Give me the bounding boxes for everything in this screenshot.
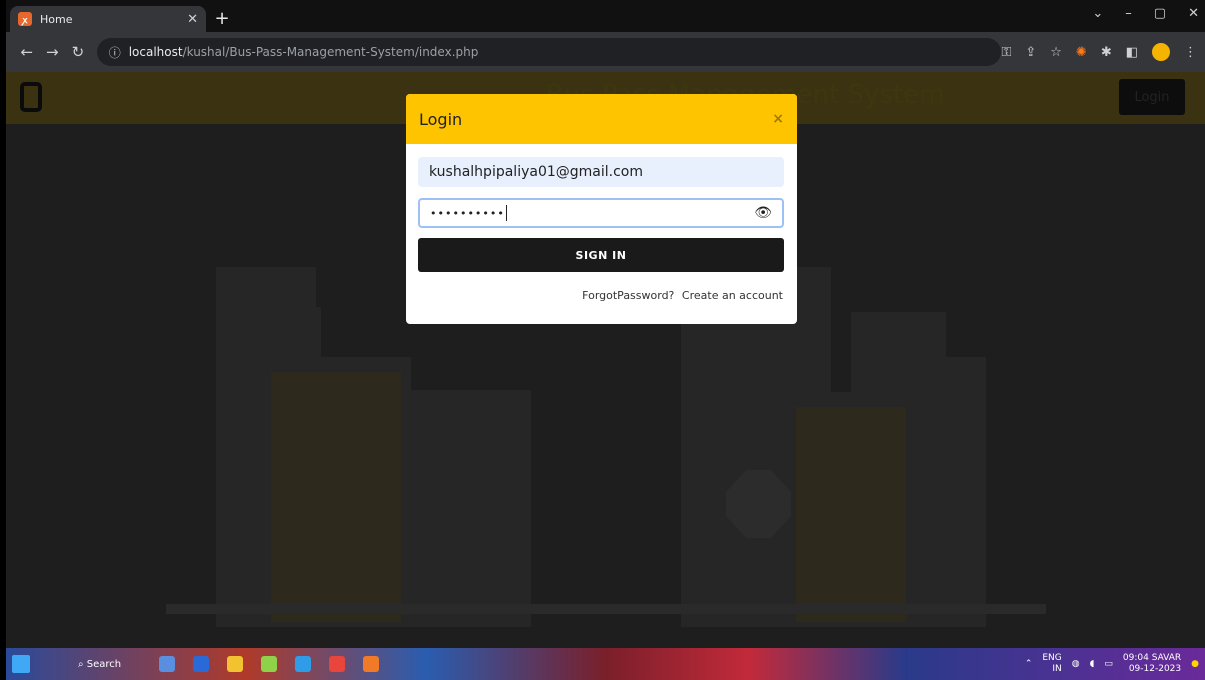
tab-search-icon[interactable]: ⌄ [1092,6,1103,21]
email-field[interactable]: kushalhpipaliya01@gmail.com [418,157,784,187]
app-l-icon[interactable] [193,656,210,672]
sign-in-button[interactable]: SIGN IN [418,238,784,272]
vscode-icon[interactable] [295,656,312,672]
close-window-button[interactable]: ✕ [1188,6,1199,21]
close-icon[interactable]: × [772,111,784,127]
puzzle-icon[interactable]: ✱ [1101,45,1112,60]
modal-header: Login × [406,94,797,144]
web-page: Bus Pass Management System Login Login ×… [6,72,1205,648]
volume-icon[interactable]: ◖ [1090,659,1095,669]
modal-links: ForgotPassword? Create an account [418,289,785,302]
lang-line1: ENG [1042,653,1062,663]
address-bar[interactable]: ⓘ localhost /kushal/Bus-Pass-Management-… [96,38,1002,66]
app-icon[interactable] [159,656,176,672]
bus-icon [20,82,42,112]
forward-button[interactable]: → [40,43,66,61]
taskbar-search-label: Search [86,658,122,670]
restore-button[interactable]: ▢ [1154,6,1166,21]
tab-home[interactable]: ꭗ Home ✕ [10,6,206,32]
tab-strip: ꭗ Home ✕ + ⌄ – ▢ ✕ [6,0,1205,32]
bookmark-star-icon[interactable]: ☆ [1050,45,1062,60]
pinned-apps [159,656,380,672]
key-icon[interactable]: ⚿ [1001,45,1011,60]
language-indicator[interactable]: ENG IN [1042,653,1061,675]
toolbar-actions: ⚿ ⇪ ☆ ✺ ✱ ◧ ⋮ [1001,43,1197,61]
site-info-icon[interactable]: ⓘ [109,44,121,61]
menu-icon[interactable]: ⋮ [1184,45,1197,60]
battery-icon[interactable]: ▭ [1104,659,1113,669]
login-modal: Login × kushalhpipaliya01@gmail.com ••••… [406,94,797,324]
extension-icon[interactable]: ✺ [1076,45,1087,60]
nav-login-button[interactable]: Login [1119,79,1185,115]
windows-taskbar: ⌕ Search ⌃ ENG IN ◍ ◖ ▭ 09:04 SAVAR 09-1… [6,648,1205,680]
share-icon[interactable]: ⇪ [1025,45,1036,60]
clock-date: 09-12-2023 [1128,664,1182,674]
chrome-icon[interactable] [329,656,346,672]
xampp-icon[interactable] [363,656,380,672]
windows-start-icon[interactable] [12,655,30,673]
password-field[interactable]: •••••••••• 👁 [418,198,784,228]
file-explorer-icon[interactable] [227,656,244,672]
tab-close-icon[interactable]: ✕ [187,12,198,27]
text-caret [505,205,507,221]
minimize-button[interactable]: – [1125,6,1132,21]
eye-icon[interactable]: 👁 [754,205,772,221]
xampp-icon: ꭗ [18,12,32,26]
back-button[interactable]: ← [14,43,40,61]
create-account-link[interactable]: Create an account [682,289,783,302]
modal-title: Login [419,109,463,129]
clock[interactable]: 09:04 SAVAR 09-12-2023 [1123,653,1181,675]
tab-title: Home [40,12,73,26]
url-path: /kushal/Bus-Pass-Management-System/index… [182,45,479,59]
email-value: kushalhpipaliya01@gmail.com [429,164,643,180]
window-controls: ⌄ – ▢ ✕ [1092,6,1199,21]
reload-button[interactable]: ↻ [65,43,91,61]
password-value: •••••••••• [430,207,505,220]
notification-icon[interactable]: ● [1191,659,1199,669]
taskbar-search[interactable]: ⌕ Search [78,659,121,670]
new-tab-button[interactable]: + [211,7,233,29]
browser-window: ꭗ Home ✕ + ⌄ – ▢ ✕ ← → ↻ ⓘ localhost /ku… [6,0,1205,680]
profile-avatar[interactable] [1152,43,1171,61]
lang-line2: IN [1052,664,1062,674]
url-host: localhost [128,45,183,59]
tray-arrow-icon[interactable]: ⌃ [1025,659,1033,669]
network-icon[interactable]: ◍ [1072,659,1080,669]
app-icon[interactable] [261,656,278,672]
sidepanel-icon[interactable]: ◧ [1126,45,1138,60]
browser-toolbar: ← → ↻ ⓘ localhost /kushal/Bus-Pass-Manag… [6,32,1205,72]
system-tray: ⌃ ENG IN ◍ ◖ ▭ 09:04 SAVAR 09-12-2023 ● [1025,653,1199,675]
modal-body: kushalhpipaliya01@gmail.com •••••••••• 👁… [406,144,797,302]
forgot-password-link[interactable]: ForgotPassword? [582,289,674,302]
clock-time: 09:04 SAVAR [1122,653,1182,663]
